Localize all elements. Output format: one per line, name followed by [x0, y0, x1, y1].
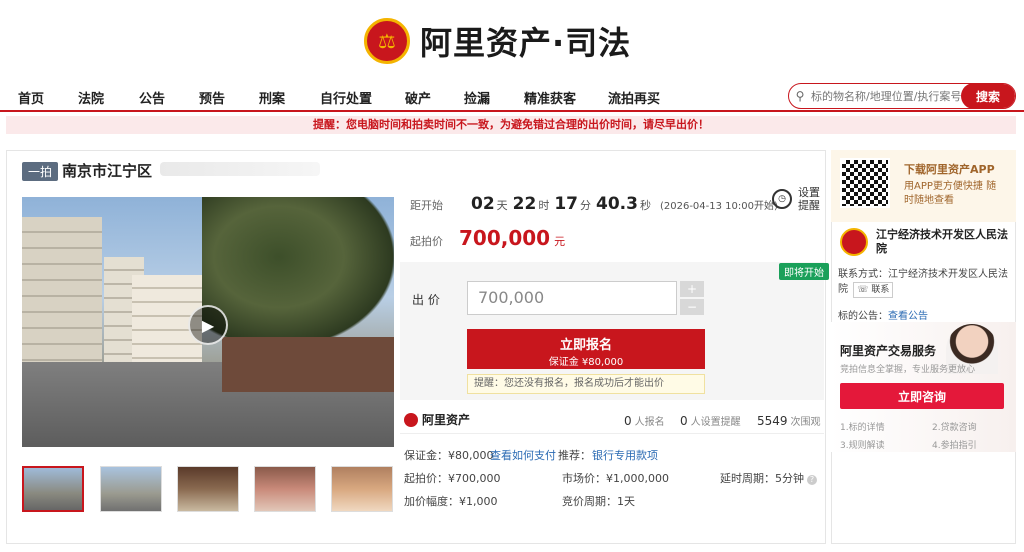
bid-label: 出 价 — [412, 293, 440, 307]
lot-announcement: 标的公告：查看公告 — [838, 311, 928, 322]
service-link-rules[interactable]: 3.规则解读 — [840, 438, 885, 451]
delay-info: 延时周期：5分钟? — [720, 470, 817, 486]
nav-item-court[interactable]: 法院 — [78, 88, 104, 107]
search-input[interactable] — [811, 89, 961, 103]
contact-button[interactable]: ☏ 联系 — [853, 282, 894, 298]
bank-loan-link[interactable]: 银行专用款项 — [592, 447, 658, 463]
cycle-info: 竞价周期：1天 — [562, 495, 635, 508]
start-price-info: 起拍价：¥700,000 — [404, 472, 501, 485]
status-badge: 即将开始 — [779, 263, 829, 280]
nav-item-home[interactable]: 首页 — [18, 88, 44, 107]
thumbnail[interactable] — [331, 466, 393, 512]
brand-name: 阿里资产·司法 — [420, 24, 632, 62]
qr-code-icon — [840, 158, 890, 208]
nav-item-bankruptcy[interactable]: 破产 — [405, 88, 431, 107]
nav-item-preview[interactable]: 预告 — [199, 88, 225, 107]
brand-logo[interactable]: ⚖ 阿里资产·司法 — [364, 16, 631, 66]
register-label: 立即报名 — [559, 338, 612, 353]
mini-brand-name: 阿里资产 — [422, 413, 471, 427]
thumbnail[interactable] — [100, 466, 162, 512]
increment-info: 加价幅度：¥1,000 — [404, 495, 498, 508]
auction-round-tag: 一拍 — [22, 162, 59, 181]
view-announcement-link[interactable]: 查看公告 — [888, 311, 928, 322]
lot-title-redacted — [160, 162, 320, 176]
countdown-days: 02 — [471, 194, 495, 214]
view-count: 5549 次围观 — [757, 414, 821, 428]
search-button[interactable]: 搜索 — [961, 84, 1015, 108]
countdown-seconds: 40.3 — [596, 194, 638, 214]
countdown-hours: 22 — [512, 194, 537, 214]
market-price-info: 市场价：¥1,000,000 — [562, 472, 669, 485]
help-icon[interactable]: ? — [807, 475, 817, 485]
auction-start-time: (2026-04-13 10:00开始) — [659, 201, 778, 212]
thumbnail[interactable] — [177, 466, 239, 512]
thumbnail[interactable] — [22, 466, 84, 512]
set-reminder-label: 设置提醒 — [798, 186, 820, 212]
deposit-info: 保证金：¥80,000 — [404, 449, 494, 462]
recommend-label: 推荐： — [558, 449, 591, 462]
video-play-icon[interactable]: ▶ — [188, 305, 228, 345]
thumbnail[interactable] — [254, 466, 316, 512]
time-reminder-banner: 提醒：您电脑时间和拍卖时间不一致，为避免错过合理的出价时间，请尽早出价！ — [6, 116, 1016, 134]
countdown-minutes: 17 — [554, 194, 579, 214]
bid-amount-field[interactable]: 700,000 — [467, 281, 677, 315]
start-price-unit: 元 — [554, 235, 566, 248]
court-emblem-icon: ⚖ — [364, 18, 410, 64]
nav-item-criminal[interactable]: 刑案 — [259, 88, 285, 107]
signup-count: 0 人报名 — [624, 414, 665, 428]
start-price-row: 起拍价 700,000 元 — [410, 226, 565, 250]
register-deposit: 保证金 ¥80,000 — [548, 357, 624, 368]
register-button[interactable]: 立即报名 保证金 ¥80,000 — [467, 329, 705, 369]
nav-item-relist[interactable]: 流拍再买 — [608, 88, 660, 107]
start-price-label: 起拍价 — [410, 235, 443, 248]
nav-item-announcement[interactable]: 公告 — [139, 88, 165, 107]
app-download-title: 下载阿里资产APP — [904, 163, 995, 176]
service-link-details[interactable]: 1.标的详情 — [840, 420, 885, 433]
bid-stepper: + − — [680, 281, 704, 315]
nav-item-bargain[interactable]: 捡漏 — [464, 88, 490, 107]
countdown-label: 距开始 — [410, 199, 443, 212]
court-emblem-icon — [840, 228, 868, 256]
countdown: 距开始 02 天 22 时 17 分 40.3 秒 (2026-04-13 10… — [410, 194, 778, 214]
app-download-subtitle: 用APP更方便快捷 随时随地查看 — [904, 181, 997, 206]
nav-item-self-dispose[interactable]: 自行处置 — [320, 88, 372, 107]
start-price-value: 700,000 — [459, 226, 551, 250]
mini-brand: 阿里资产 — [404, 411, 470, 428]
court-name[interactable]: 江宁经济技术开发区人民法院 — [876, 228, 1012, 256]
search-icon: ⚲ — [795, 89, 805, 103]
decrease-bid-button[interactable]: − — [680, 299, 704, 315]
photo-thumbnails — [22, 466, 394, 514]
service-subtitle: 竞拍信息全掌握，专业服务更放心 — [840, 365, 976, 375]
brand-mark-icon — [404, 412, 418, 427]
service-title: 阿里资产交易服务 — [840, 344, 937, 358]
consult-button[interactable]: 立即咨询 — [840, 383, 1004, 409]
court-contact: 联系方式：江宁经济技术开发区人民法院 ☏ 联系 — [838, 268, 1012, 298]
service-link-guide[interactable]: 4.参拍指引 — [932, 438, 977, 451]
service-link-loan[interactable]: 2.贷款咨询 — [932, 420, 977, 433]
lot-title: 南京市江宁区 — [62, 162, 153, 180]
nav-item-precise[interactable]: 精准获客 — [524, 88, 576, 107]
set-reminder-button[interactable]: ◷ 设置提醒 — [772, 186, 824, 212]
how-to-pay-link[interactable]: 查看如何支付 — [490, 447, 556, 463]
reminder-count: 0 人设置提醒 — [680, 414, 741, 428]
increase-bid-button[interactable]: + — [680, 281, 704, 297]
alarm-clock-icon: ◷ — [772, 189, 792, 209]
search-box: ⚲ 搜索 — [788, 83, 1016, 109]
register-tip: 提醒：您还没有报名，报名成功后才能出价 — [467, 374, 705, 394]
